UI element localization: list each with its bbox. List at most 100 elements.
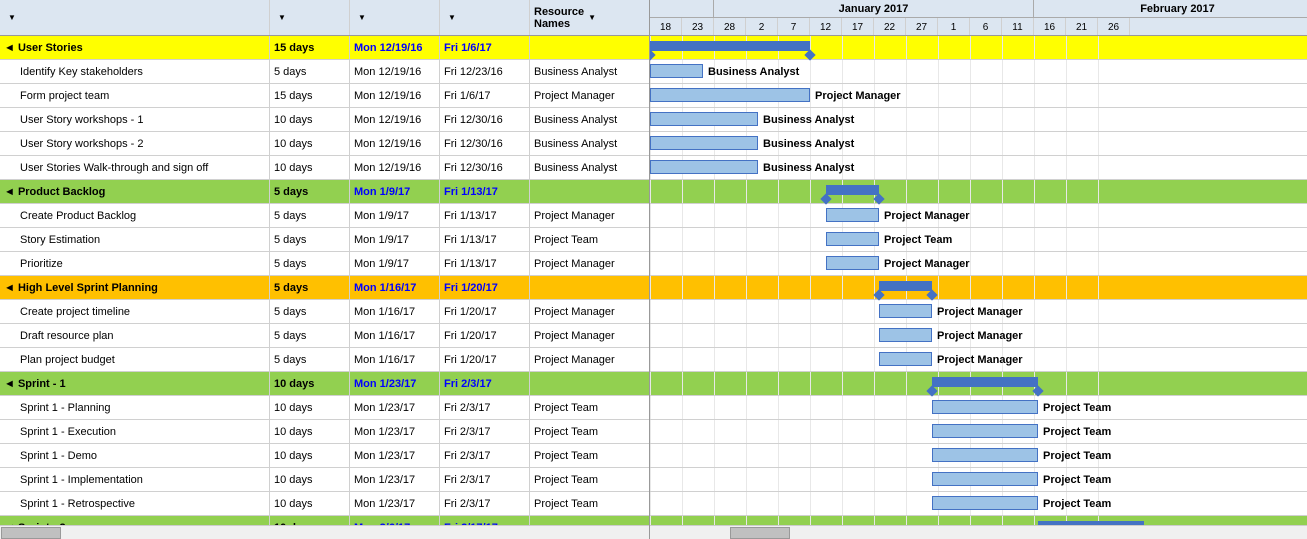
gantt-bar[interactable]: Project Team bbox=[932, 496, 1038, 510]
gantt-bar[interactable]: Project Manager bbox=[879, 328, 932, 342]
table-row[interactable]: Sprint 1 - Planning 10 days Mon 1/23/17 … bbox=[0, 396, 649, 420]
gantt-bar-label: Project Team bbox=[1043, 473, 1111, 487]
table-row[interactable]: Prioritize 5 days Mon 1/9/17 Fri 1/13/17… bbox=[0, 252, 649, 276]
gantt-scrollbar-thumb[interactable] bbox=[730, 527, 790, 539]
table-row[interactable]: Sprint 1 - Demo 10 days Mon 1/23/17 Fri … bbox=[0, 444, 649, 468]
cell-duration: 5 days bbox=[270, 60, 350, 83]
col-header-finish[interactable]: ▼ bbox=[440, 0, 530, 35]
scrollbar-thumb[interactable] bbox=[1, 527, 61, 539]
gantt-bar[interactable]: Project Manager bbox=[826, 208, 879, 222]
gantt-row: Project Team bbox=[650, 420, 1307, 444]
gantt-bar[interactable]: Project Team bbox=[932, 424, 1038, 438]
col-header-start[interactable]: ▼ bbox=[350, 0, 440, 35]
cell-taskname: ◄ Sprint - 1 bbox=[0, 372, 270, 395]
gantt-diamond-right bbox=[804, 49, 815, 60]
gantt-bar[interactable] bbox=[879, 281, 932, 291]
resource-value: Project Team bbox=[534, 498, 598, 510]
gantt-day-label: 21 bbox=[1066, 18, 1098, 36]
gantt-bar-label: Project Team bbox=[884, 233, 952, 247]
col-header-taskname[interactable]: ▼ bbox=[0, 0, 270, 35]
cell-duration: 10 days bbox=[270, 516, 350, 525]
col-header-resource[interactable]: Resource Names ▼ bbox=[530, 0, 640, 35]
cell-resource: Project Team bbox=[530, 444, 640, 467]
cell-start: Mon 1/16/17 bbox=[350, 300, 440, 323]
gantt-body: Business Analyst Project Manager Business … bbox=[650, 36, 1307, 525]
cell-taskname: Sprint 1 - Execution bbox=[0, 420, 270, 443]
cell-start: Mon 1/16/17 bbox=[350, 276, 440, 299]
table-row[interactable]: User Stories Walk-through and sign off 1… bbox=[0, 156, 649, 180]
gantt-bar[interactable] bbox=[650, 41, 810, 51]
cell-start: Mon 1/23/17 bbox=[350, 396, 440, 419]
table-row[interactable]: ◄ High Level Sprint Planning 5 days Mon … bbox=[0, 276, 649, 300]
cell-taskname: Form project team bbox=[0, 84, 270, 107]
gantt-bar[interactable]: Project Manager bbox=[650, 88, 810, 102]
table-row[interactable]: Sprint 1 - Implementation 10 days Mon 1/… bbox=[0, 468, 649, 492]
sort-icon: ▼ bbox=[8, 13, 16, 22]
gantt-diamond-right bbox=[873, 193, 884, 204]
table-row[interactable]: ◄ Sprint - 2 10 days Mon 2/6/17 Fri 2/17… bbox=[0, 516, 649, 525]
cell-finish: Fri 1/6/17 bbox=[440, 36, 530, 59]
gantt-bar[interactable] bbox=[1038, 521, 1144, 525]
cell-duration: 5 days bbox=[270, 204, 350, 227]
finish-value: Fri 2/3/17 bbox=[444, 402, 490, 414]
table-row[interactable]: User Story workshops - 1 10 days Mon 12/… bbox=[0, 108, 649, 132]
horizontal-scrollbar[interactable] bbox=[0, 525, 649, 539]
gantt-bar[interactable]: Business Analyst bbox=[650, 64, 703, 78]
cell-taskname: ◄ Sprint - 2 bbox=[0, 516, 270, 525]
table-row[interactable]: Create project timeline 5 days Mon 1/16/… bbox=[0, 300, 649, 324]
gantt-day-row: 18232827121722271611162126 bbox=[650, 18, 1307, 36]
resource-value: Project Team bbox=[534, 234, 598, 246]
table-row[interactable]: Story Estimation 5 days Mon 1/9/17 Fri 1… bbox=[0, 228, 649, 252]
gantt-bar[interactable]: Project Team bbox=[932, 448, 1038, 462]
gantt-bar[interactable]: Project Team bbox=[932, 472, 1038, 486]
gantt-scrollbar[interactable] bbox=[650, 525, 1307, 539]
start-value: Mon 12/19/16 bbox=[354, 138, 421, 150]
cell-finish: Fri 1/20/17 bbox=[440, 276, 530, 299]
gantt-bar[interactable]: Business Analyst bbox=[650, 112, 758, 126]
duration-value: 10 days bbox=[274, 450, 313, 462]
gantt-bar[interactable]: Project Team bbox=[932, 400, 1038, 414]
gantt-month-label: January 2017 bbox=[714, 0, 1034, 17]
gantt-bar[interactable] bbox=[932, 377, 1038, 387]
start-value: Mon 1/23/17 bbox=[354, 474, 415, 486]
gantt-bar[interactable]: Business Analyst bbox=[650, 160, 758, 174]
finish-value: Fri 12/30/16 bbox=[444, 162, 503, 174]
gantt-row bbox=[650, 372, 1307, 396]
start-value: Mon 1/23/17 bbox=[354, 402, 415, 414]
table-row[interactable]: Sprint 1 - Execution 10 days Mon 1/23/17… bbox=[0, 420, 649, 444]
gantt-bar[interactable] bbox=[826, 185, 879, 195]
table-row[interactable]: ◄ User Stories 15 days Mon 12/19/16 Fri … bbox=[0, 36, 649, 60]
duration-value: 10 days bbox=[274, 162, 313, 174]
cell-finish: Fri 2/3/17 bbox=[440, 468, 530, 491]
gantt-month-label bbox=[650, 0, 714, 17]
cell-start: Mon 12/19/16 bbox=[350, 84, 440, 107]
gantt-day-label: 1 bbox=[938, 18, 970, 36]
table-row[interactable]: Create Product Backlog 5 days Mon 1/9/17… bbox=[0, 204, 649, 228]
cell-start: Mon 1/23/17 bbox=[350, 468, 440, 491]
table-row[interactable]: User Story workshops - 2 10 days Mon 12/… bbox=[0, 132, 649, 156]
table-row[interactable]: Form project team 15 days Mon 12/19/16 F… bbox=[0, 84, 649, 108]
gantt-bar[interactable]: Business Analyst bbox=[650, 136, 758, 150]
cell-resource bbox=[530, 372, 640, 395]
gantt-bar[interactable]: Project Manager bbox=[879, 304, 932, 318]
table-row[interactable]: ◄ Product Backlog 5 days Mon 1/9/17 Fri … bbox=[0, 180, 649, 204]
cell-start: Mon 12/19/16 bbox=[350, 132, 440, 155]
cell-start: Mon 1/9/17 bbox=[350, 228, 440, 251]
table-row[interactable]: Plan project budget 5 days Mon 1/16/17 F… bbox=[0, 348, 649, 372]
gantt-bar[interactable]: Project Manager bbox=[826, 256, 879, 270]
task-name-text: Sprint 1 - Retrospective bbox=[4, 498, 135, 510]
cell-resource: Business Analyst bbox=[530, 132, 640, 155]
resource-value: Business Analyst bbox=[534, 138, 617, 150]
gantt-bar[interactable]: Project Team bbox=[826, 232, 879, 246]
duration-value: 10 days bbox=[274, 402, 313, 414]
gantt-bar[interactable]: Project Manager bbox=[879, 352, 932, 366]
resource-value: Project Team bbox=[534, 426, 598, 438]
cell-start: Mon 1/16/17 bbox=[350, 348, 440, 371]
table-row[interactable]: ◄ Sprint - 1 10 days Mon 1/23/17 Fri 2/3… bbox=[0, 372, 649, 396]
table-row[interactable]: Draft resource plan 5 days Mon 1/16/17 F… bbox=[0, 324, 649, 348]
gantt-rows: Business Analyst Project Manager Business … bbox=[650, 36, 1307, 525]
col-header-duration[interactable]: ▼ bbox=[270, 0, 350, 35]
table-row[interactable]: Identify Key stakeholders 5 days Mon 12/… bbox=[0, 60, 649, 84]
cell-taskname: User Story workshops - 2 bbox=[0, 132, 270, 155]
table-row[interactable]: Sprint 1 - Retrospective 10 days Mon 1/2… bbox=[0, 492, 649, 516]
